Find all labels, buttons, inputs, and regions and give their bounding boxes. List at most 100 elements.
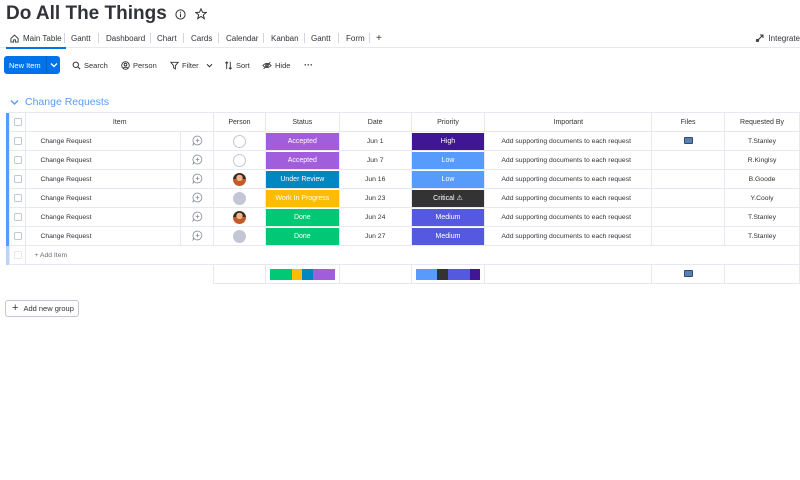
tab-gantt[interactable]: Gantt <box>65 28 97 48</box>
file-thumbnail-icon[interactable] <box>683 270 693 278</box>
files-cell[interactable] <box>651 207 726 227</box>
chevron-down-icon[interactable] <box>10 99 19 106</box>
status-cell[interactable]: Work In Progress <box>264 188 340 208</box>
status-label[interactable]: Done <box>266 227 339 245</box>
table-row[interactable]: Change Request Accepted Jun 1 High Add suppo… <box>6 131 800 151</box>
requested-by-text[interactable]: T.Stanley <box>724 226 800 246</box>
star-icon[interactable] <box>194 8 207 20</box>
status-label[interactable]: Done <box>266 208 339 226</box>
add-update-icon[interactable] <box>191 211 203 222</box>
priority-cell[interactable]: High <box>410 131 486 151</box>
board-title[interactable]: Do All The Things <box>6 3 167 25</box>
filter-button[interactable]: Filter <box>170 56 216 74</box>
item-name[interactable]: Change Request <box>25 150 182 170</box>
checkbox-cell[interactable] <box>9 169 27 189</box>
add-new-group-button[interactable]: + Add new group <box>5 300 79 317</box>
status-cell[interactable]: Under Review <box>264 169 340 189</box>
person-cell[interactable] <box>212 169 266 189</box>
status-cell[interactable]: Accepted <box>264 150 340 170</box>
tab-dashboard[interactable]: Dashboard <box>100 28 151 48</box>
files-cell[interactable] <box>651 169 726 189</box>
conversation-cell[interactable] <box>180 169 214 189</box>
person-avatar[interactable] <box>232 134 246 148</box>
status-label[interactable]: Work In Progress <box>266 189 339 207</box>
checkbox-cell[interactable] <box>9 131 27 151</box>
row-checkbox[interactable] <box>13 194 22 202</box>
files-cell[interactable] <box>651 188 726 208</box>
conversation-cell[interactable] <box>180 188 214 208</box>
tab-calendar[interactable]: Calendar <box>220 28 264 48</box>
date-cell[interactable]: Jun 7 <box>338 150 412 170</box>
tab-kanban[interactable]: Kanban <box>265 28 305 48</box>
row-checkbox[interactable] <box>13 175 22 183</box>
conversation-cell[interactable] <box>180 226 214 246</box>
column-header-files[interactable]: Files <box>651 112 726 132</box>
item-name[interactable]: Change Request <box>25 207 182 227</box>
files-cell[interactable] <box>651 150 726 170</box>
important-text[interactable]: Add supporting documents to each request <box>484 188 653 208</box>
person-avatar[interactable] <box>232 210 246 224</box>
priority-distribution-bar[interactable] <box>415 268 481 280</box>
item-name[interactable]: Change Request <box>25 188 182 208</box>
row-checkbox[interactable] <box>13 213 22 221</box>
add-update-icon[interactable] <box>191 154 203 165</box>
important-text[interactable]: Add supporting documents to each request <box>484 150 653 170</box>
date-cell[interactable]: Jun 16 <box>338 169 412 189</box>
sort-button[interactable]: Sort <box>224 56 250 74</box>
conversation-cell[interactable] <box>180 207 214 227</box>
person-cell[interactable] <box>212 226 266 246</box>
requested-by-text[interactable]: T.Stanley <box>724 207 800 227</box>
item-name[interactable]: Change Request <box>25 131 182 151</box>
priority-label[interactable]: Medium <box>412 208 484 226</box>
status-distribution-bar[interactable] <box>269 268 335 280</box>
priority-label[interactable]: Low <box>412 170 484 188</box>
column-header-item[interactable]: Item <box>25 112 214 132</box>
person-cell[interactable] <box>212 188 266 208</box>
column-header-requested-by[interactable]: Requested By <box>724 112 800 132</box>
tab-cards[interactable]: Cards <box>185 28 218 48</box>
status-cell[interactable]: Accepted <box>264 131 340 151</box>
conversation-cell[interactable] <box>180 131 214 151</box>
priority-label[interactable]: Low <box>412 151 484 169</box>
new-item-button[interactable]: New Item <box>4 56 60 74</box>
tab-gantt-2[interactable]: Gantt <box>305 28 337 48</box>
person-avatar[interactable] <box>232 191 246 205</box>
priority-cell[interactable]: Medium <box>410 226 486 246</box>
item-name[interactable]: Change Request <box>25 226 182 246</box>
column-header-status[interactable]: Status <box>264 112 340 132</box>
priority-label[interactable]: Critical ⚠ <box>412 189 484 207</box>
integrate-button[interactable]: Integrate <box>755 28 800 48</box>
row-checkbox[interactable] <box>13 137 22 145</box>
tab-form[interactable]: Form <box>340 28 371 48</box>
add-update-icon[interactable] <box>191 192 203 203</box>
status-label[interactable]: Under Review <box>266 170 339 188</box>
requested-by-text[interactable]: B.Goode <box>724 169 800 189</box>
date-cell[interactable]: Jun 1 <box>338 131 412 151</box>
group-title[interactable]: Change Requests <box>25 96 109 108</box>
add-item-input[interactable]: + Add Item <box>25 245 800 265</box>
group-header[interactable]: Change Requests <box>10 95 109 109</box>
important-text[interactable]: Add supporting documents to each request <box>484 207 653 227</box>
requested-by-text[interactable]: R.Kinglsy <box>724 150 800 170</box>
table-row[interactable]: Change Request Done Jun 27 Medium Add suppor… <box>6 226 800 246</box>
date-cell[interactable]: Jun 23 <box>338 188 412 208</box>
conversation-cell[interactable] <box>180 150 214 170</box>
table-row[interactable]: Change Request Accepted Jun 7 Low Add suppor… <box>6 150 800 170</box>
add-update-icon[interactable] <box>191 135 203 146</box>
checkbox-cell[interactable] <box>9 226 27 246</box>
table-row[interactable]: Change Request Work In Progress Jun 23 Crit… <box>6 188 800 208</box>
important-text[interactable]: Add supporting documents to each request <box>484 169 653 189</box>
files-cell[interactable] <box>651 226 726 246</box>
info-icon[interactable] <box>175 8 187 20</box>
summary-files[interactable] <box>651 264 726 284</box>
column-header-date[interactable]: Date <box>338 112 412 132</box>
person-avatar[interactable] <box>232 229 246 243</box>
hide-button[interactable]: Hide <box>262 56 290 74</box>
table-row[interactable]: Change Request Done Jun 24 Medium Add suppor… <box>6 207 800 227</box>
person-cell[interactable] <box>212 150 266 170</box>
checkbox-cell[interactable] <box>9 188 27 208</box>
add-update-icon[interactable] <box>191 230 203 241</box>
status-cell[interactable]: Done <box>264 207 340 227</box>
date-cell[interactable]: Jun 27 <box>338 226 412 246</box>
status-label[interactable]: Accepted <box>266 132 339 150</box>
